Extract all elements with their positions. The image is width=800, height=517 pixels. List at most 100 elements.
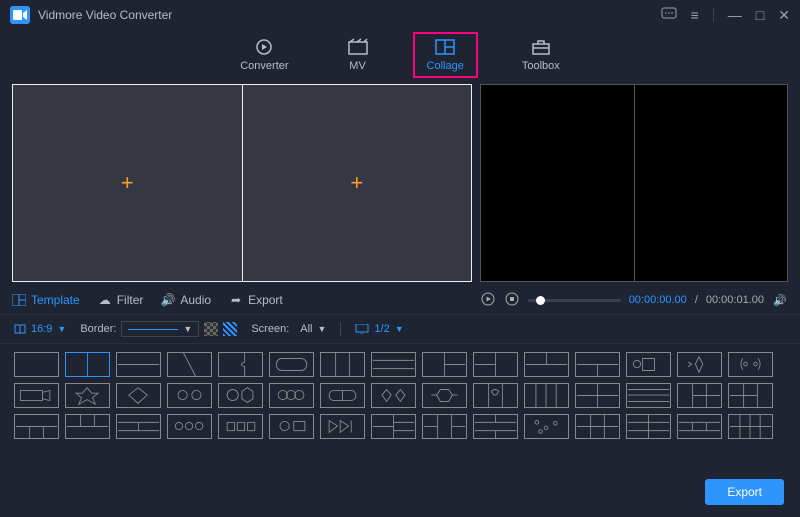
layout-thumb[interactable] — [575, 383, 620, 408]
volume-icon[interactable]: 🔊 — [772, 294, 788, 307]
layout-thumb[interactable] — [524, 352, 569, 377]
layout-thumb[interactable] — [575, 414, 620, 439]
color-picker-icon[interactable] — [204, 322, 218, 336]
screen-label: Screen: — [251, 323, 289, 335]
editor-cell-2[interactable]: + — [243, 85, 472, 281]
aspect-value: 16:9 — [31, 323, 52, 335]
layout-thumb[interactable] — [218, 414, 263, 439]
layout-thumb[interactable] — [167, 414, 212, 439]
layout-thumb[interactable] — [320, 352, 365, 377]
app-logo — [10, 6, 30, 24]
time-duration: 00:00:01.00 — [706, 294, 764, 306]
layout-thumb[interactable] — [218, 383, 263, 408]
layout-thumb[interactable] — [677, 414, 722, 439]
tab-converter[interactable]: Converter — [226, 32, 302, 78]
layout-thumb[interactable] — [728, 383, 773, 408]
editor-panel: + + — [12, 84, 472, 282]
layout-thumb[interactable] — [626, 383, 671, 408]
close-icon[interactable]: ✕ — [778, 7, 790, 24]
maximize-icon[interactable]: □ — [756, 7, 764, 23]
preview-cell-2 — [635, 85, 788, 281]
layout-thumb[interactable] — [422, 414, 467, 439]
layout-thumb[interactable] — [65, 414, 110, 439]
layout-thumb[interactable] — [626, 414, 671, 439]
menu-icon[interactable]: ≡ — [691, 7, 699, 23]
subtab-export[interactable]: ➦ Export — [229, 293, 283, 307]
chevron-down-icon: ▼ — [318, 324, 327, 334]
layout-thumb[interactable] — [422, 352, 467, 377]
layout-thumb[interactable] — [371, 414, 416, 439]
minimize-icon[interactable]: — — [728, 7, 742, 23]
mv-icon — [347, 38, 369, 56]
layout-thumb[interactable] — [677, 383, 722, 408]
layout-thumb[interactable] — [728, 414, 773, 439]
layout-thumb[interactable] — [269, 352, 314, 377]
layout-thumb[interactable] — [65, 383, 110, 408]
layout-thumb[interactable] — [218, 352, 263, 377]
titlebar: Vidmore Video Converter ≡ — □ ✕ — [0, 0, 800, 30]
subtab-label: Export — [248, 293, 283, 307]
layout-thumb[interactable] — [116, 414, 161, 439]
layout-grid — [0, 344, 800, 447]
border-label: Border: — [80, 323, 116, 335]
subtab-audio[interactable]: 🔊 Audio — [161, 293, 211, 307]
screen-icon — [355, 324, 369, 334]
collage-icon — [434, 38, 456, 56]
border-style-dropdown[interactable]: ▼ — [121, 321, 199, 337]
editor-cell-1[interactable]: + — [13, 85, 243, 281]
layout-thumb[interactable] — [626, 352, 671, 377]
seek-track[interactable] — [528, 299, 621, 302]
screen-dropdown[interactable]: Screen: All ▼ — [251, 323, 326, 335]
layout-thumb[interactable] — [422, 383, 467, 408]
layout-thumb[interactable] — [269, 414, 314, 439]
sub-tabs: Template ☁ Filter 🔊 Audio ➦ Export — [12, 293, 476, 307]
time-current: 00:00:00.00 — [629, 294, 687, 306]
tab-label: MV — [349, 60, 366, 72]
play-button[interactable] — [480, 292, 496, 309]
layout-thumb[interactable] — [473, 414, 518, 439]
tab-toolbox[interactable]: Toolbox — [508, 32, 574, 78]
seek-handle[interactable] — [536, 296, 545, 305]
preview-panel — [480, 84, 788, 282]
pattern-icon[interactable] — [223, 322, 237, 336]
layout-thumb[interactable] — [116, 383, 161, 408]
export-button[interactable]: Export — [705, 479, 784, 505]
aspect-dropdown[interactable]: 16:9 ▼ — [14, 323, 66, 335]
layout-thumb[interactable] — [575, 352, 620, 377]
subtab-filter[interactable]: ☁ Filter — [98, 293, 144, 307]
chevron-down-icon: ▼ — [183, 324, 192, 334]
divider — [340, 322, 341, 336]
footer: Export — [705, 479, 784, 505]
tab-collage[interactable]: Collage — [413, 32, 478, 78]
layout-thumb[interactable] — [371, 352, 416, 377]
layout-thumb[interactable] — [14, 414, 59, 439]
layout-thumb[interactable] — [320, 414, 365, 439]
export-icon: ➦ — [229, 293, 243, 307]
layout-thumb[interactable] — [14, 352, 59, 377]
layout-thumb[interactable] — [269, 383, 314, 408]
window-controls: ≡ — □ ✕ — [661, 7, 790, 24]
layout-thumb[interactable] — [14, 383, 59, 408]
tab-mv[interactable]: MV — [333, 32, 383, 78]
add-icon: + — [350, 170, 363, 196]
layout-thumb[interactable] — [473, 352, 518, 377]
layout-thumb[interactable] — [167, 352, 212, 377]
layout-thumb[interactable] — [167, 383, 212, 408]
feedback-icon[interactable] — [661, 7, 677, 24]
layout-thumb[interactable] — [320, 383, 365, 408]
subtab-template[interactable]: Template — [12, 293, 80, 307]
mid-controls: Template ☁ Filter 🔊 Audio ➦ Export 00:00… — [0, 286, 800, 314]
layout-thumb[interactable] — [524, 383, 569, 408]
page-dropdown[interactable]: 1/2 ▼ — [355, 323, 403, 335]
layout-thumb[interactable] — [473, 383, 518, 408]
layout-thumb[interactable] — [524, 414, 569, 439]
preview-cell-1 — [481, 85, 635, 281]
app-title: Vidmore Video Converter — [38, 8, 661, 22]
layout-thumb[interactable] — [371, 383, 416, 408]
layout-thumb[interactable] — [116, 352, 161, 377]
stop-button[interactable] — [504, 292, 520, 309]
layout-thumb[interactable] — [677, 352, 722, 377]
aspect-icon — [14, 323, 26, 335]
layout-thumb[interactable] — [65, 352, 110, 377]
layout-thumb[interactable] — [728, 352, 773, 377]
